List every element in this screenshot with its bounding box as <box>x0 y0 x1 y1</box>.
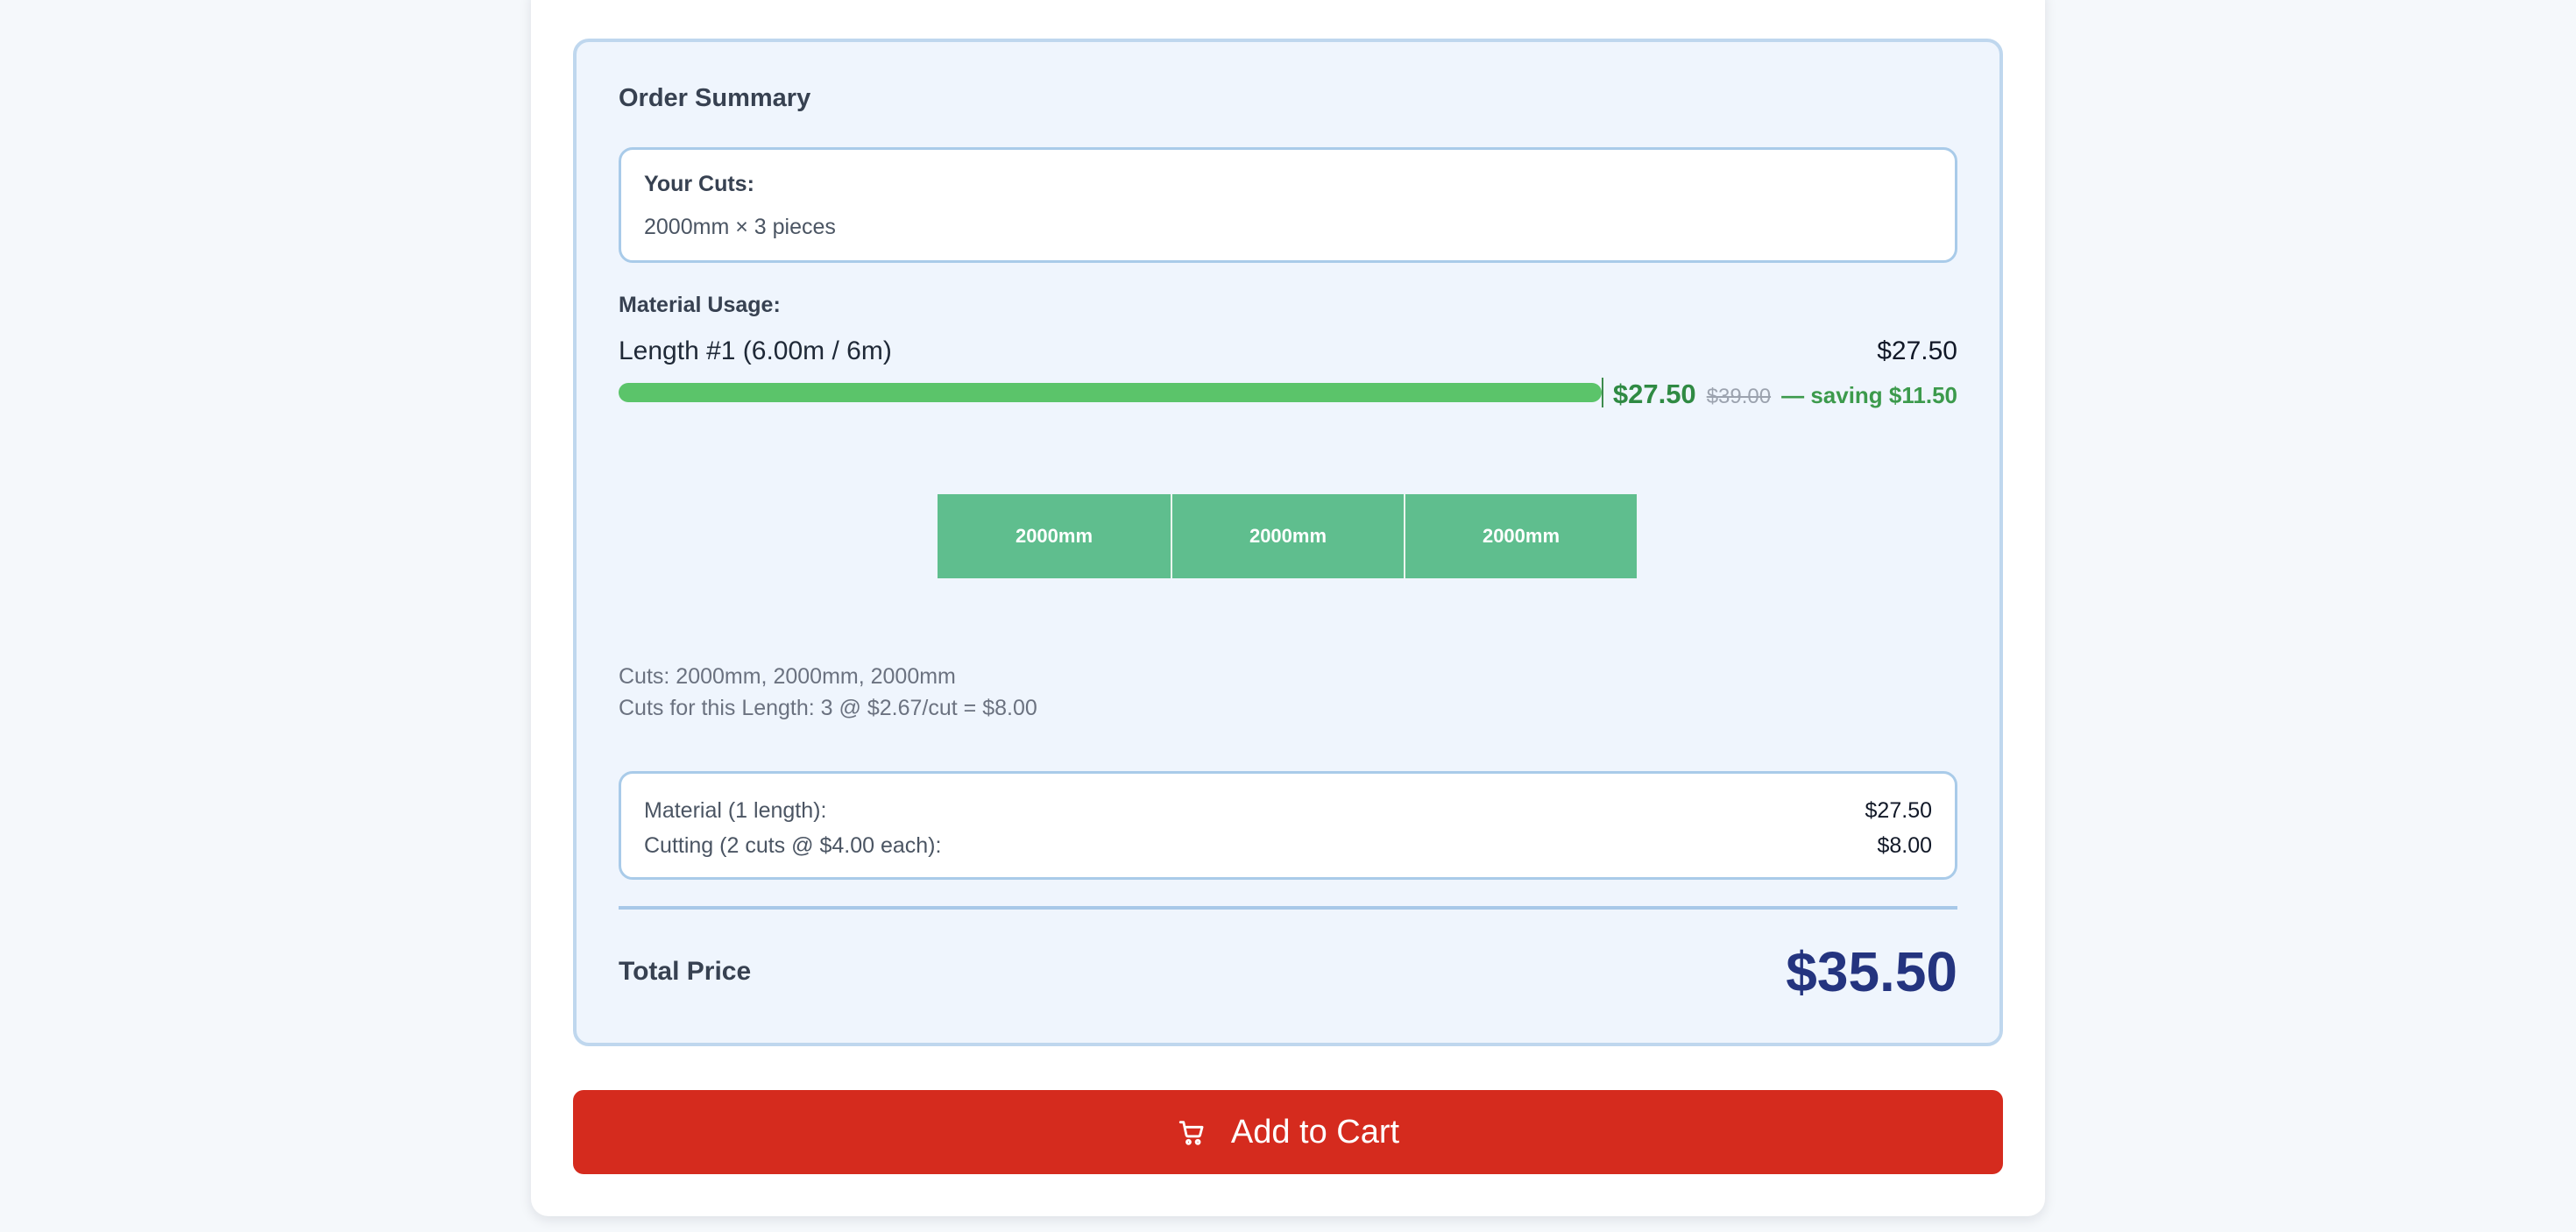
original-price: $39.00 <box>1706 385 1772 408</box>
add-to-cart-label: Add to Cart <box>1230 1113 1400 1151</box>
cuts-cost: Cuts for this Length: 3 @ $2.67/cut = $8… <box>619 696 1037 720</box>
breakdown-value: $8.00 <box>1877 833 1932 858</box>
cut-segment: 2000mm <box>1404 494 1637 578</box>
total-price-value: $35.50 <box>1786 940 1957 1003</box>
sale-price: $27.50 <box>1612 379 1696 409</box>
breakdown-label: Cutting (2 cuts @ $4.00 each): <box>644 833 942 858</box>
your-cuts-text: 2000mm × 3 pieces <box>644 215 836 239</box>
order-summary-title: Order Summary <box>619 84 811 112</box>
breakdown-row-material: Material (1 length): $27.50 <box>644 798 1932 824</box>
breakdown-value: $27.50 <box>1865 798 1932 823</box>
cuts-list: Cuts: 2000mm, 2000mm, 2000mm <box>619 664 956 689</box>
length-price: $27.50 <box>1877 336 1957 365</box>
breakdown-label: Material (1 length): <box>644 798 827 823</box>
cut-segment: 2000mm <box>938 494 1171 578</box>
material-usage-bar <box>619 383 1602 402</box>
your-cuts-box: Your Cuts: 2000mm × 3 pieces <box>619 147 1957 263</box>
total-price-label: Total Price <box>619 957 752 986</box>
saving-text: — saving $11.50 <box>1781 382 1957 408</box>
material-usage-label: Material Usage: <box>619 293 781 317</box>
cart-icon <box>1177 1117 1207 1147</box>
your-cuts-title: Your Cuts: <box>644 172 754 196</box>
length-label: Length #1 (6.00m / 6m) <box>619 336 892 365</box>
add-to-cart-button[interactable]: Add to Cart <box>573 1090 2003 1174</box>
cut-diagram: 2000mm 2000mm 2000mm <box>938 494 1638 578</box>
price-compare: $27.50 $39.00 — saving $11.50 <box>1613 379 1957 410</box>
cut-segment: 2000mm <box>1171 494 1404 578</box>
breakdown-row-cutting: Cutting (2 cuts @ $4.00 each): $8.00 <box>644 833 1932 859</box>
total-divider <box>619 906 1957 910</box>
price-breakdown-box: Material (1 length): $27.50 Cutting (2 c… <box>619 771 1957 880</box>
usage-bar-end-marker <box>1602 378 1603 407</box>
